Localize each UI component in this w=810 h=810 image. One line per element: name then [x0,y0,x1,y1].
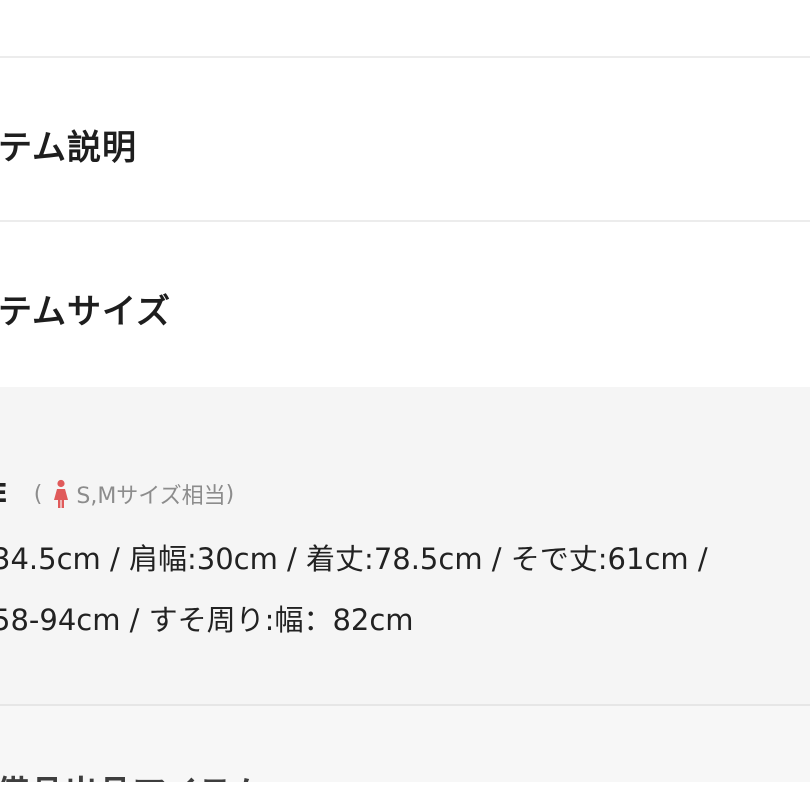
measurements-line-1: 34.5cm / 肩幅:30cm / 着丈:78.5cm / そで丈:61cm … [0,542,708,576]
size-header: E ( S,Mサイズ相当 ) [0,478,234,510]
note-open-paren: ( [33,481,43,507]
divider-middle [0,220,810,222]
size-equivalent-note: ( S,Mサイズ相当 ) [34,478,234,510]
note-close-paren: ) [225,481,235,507]
bottom-cutoff-bar [0,782,810,810]
item-size-heading: テムサイズ [0,292,171,332]
note-text: S,Mサイズ相当 [76,484,226,509]
size-label: E [0,479,8,509]
woman-icon [52,479,70,509]
measurements-line-2: 58-94cm / すそ周り:幅：82cm [0,603,414,637]
divider-top [0,56,810,58]
item-description-heading: テム説明 [0,128,137,168]
item-detail-page: テム説明 テムサイズ E ( S,Mサイズ相当 ) 34.5cm / 肩幅:30… [0,0,810,810]
